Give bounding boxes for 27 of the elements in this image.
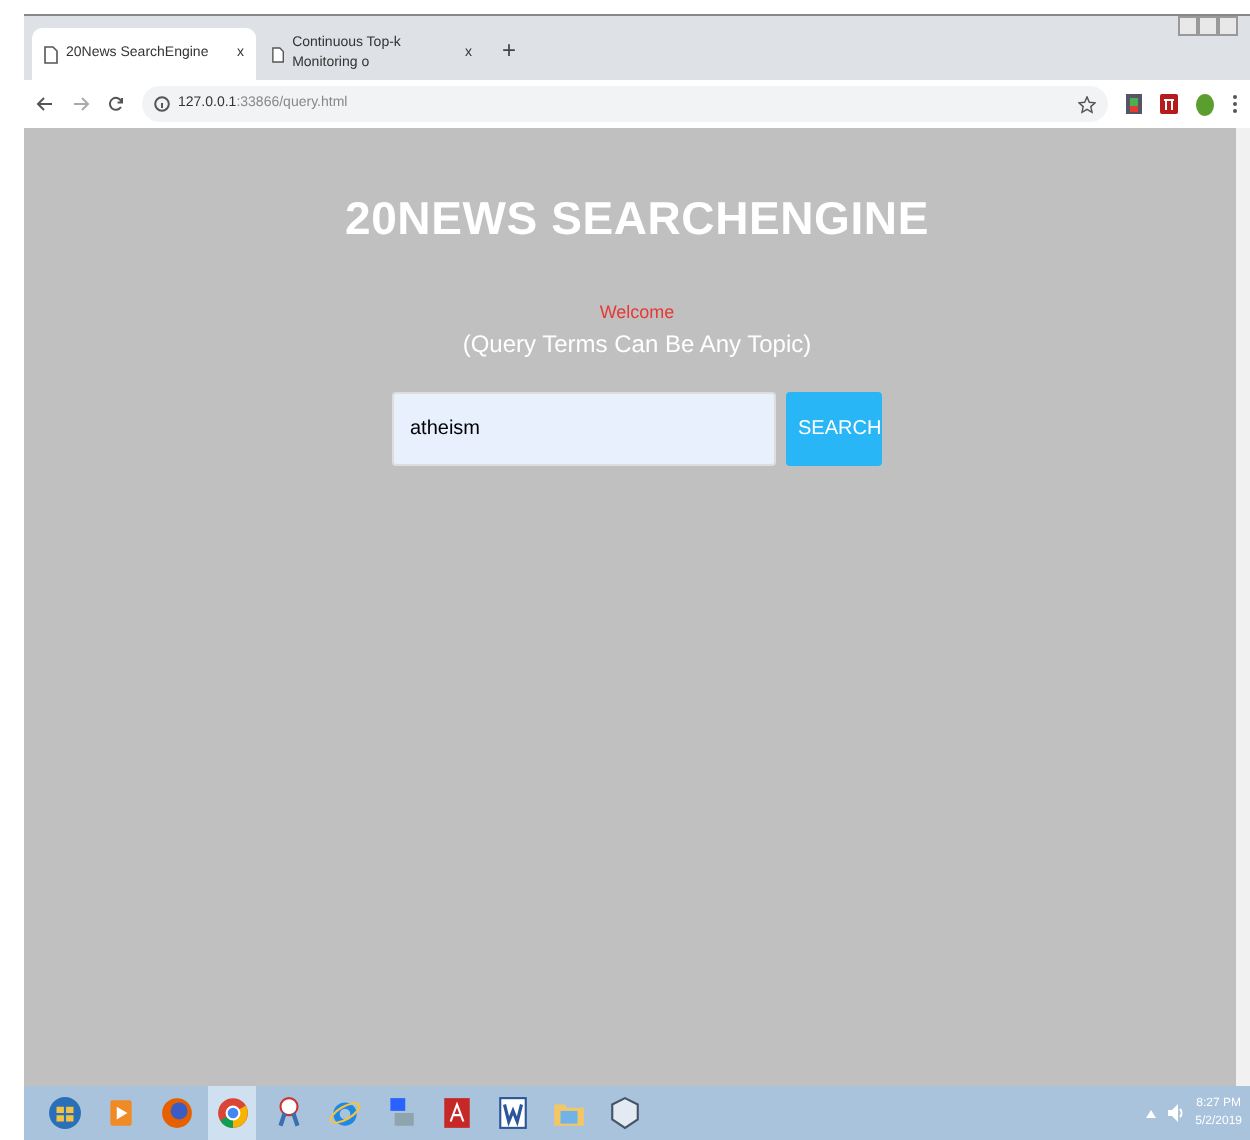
taskbar-button[interactable] (208, 1086, 256, 1140)
new-tab-button[interactable]: + (496, 32, 523, 68)
forward-icon[interactable] (72, 96, 90, 112)
start-icon (47, 1096, 81, 1130)
back-icon[interactable] (36, 96, 54, 112)
document-icon (495, 1096, 529, 1130)
reload-icon[interactable] (108, 96, 124, 112)
extension-icon[interactable] (1160, 94, 1178, 114)
star-icon[interactable] (1078, 95, 1096, 113)
info-icon[interactable] (154, 96, 170, 112)
volume-icon[interactable] (1167, 1104, 1184, 1122)
internet-explorer-icon (327, 1096, 361, 1130)
profile-avatar[interactable] (1196, 93, 1214, 115)
page-heading: 20NEWS SEARCHENGINE (345, 190, 929, 248)
pdf-icon (439, 1096, 473, 1130)
extension-icon[interactable] (1126, 94, 1142, 114)
shield-icon (607, 1096, 641, 1130)
subtitle-text: (Query Terms Can Be Any Topic) (462, 328, 812, 362)
page-icon (44, 45, 58, 63)
menu-icon[interactable] (1232, 94, 1238, 114)
page-icon (272, 45, 285, 63)
tray-arrow-icon[interactable] (1145, 1109, 1156, 1117)
scrollbar[interactable] (1236, 128, 1250, 1086)
chrome-icon (215, 1096, 249, 1130)
search-field[interactable]: atheism (392, 392, 776, 466)
firefox-icon (159, 1096, 193, 1130)
welcome-text: Welcome (599, 299, 675, 325)
